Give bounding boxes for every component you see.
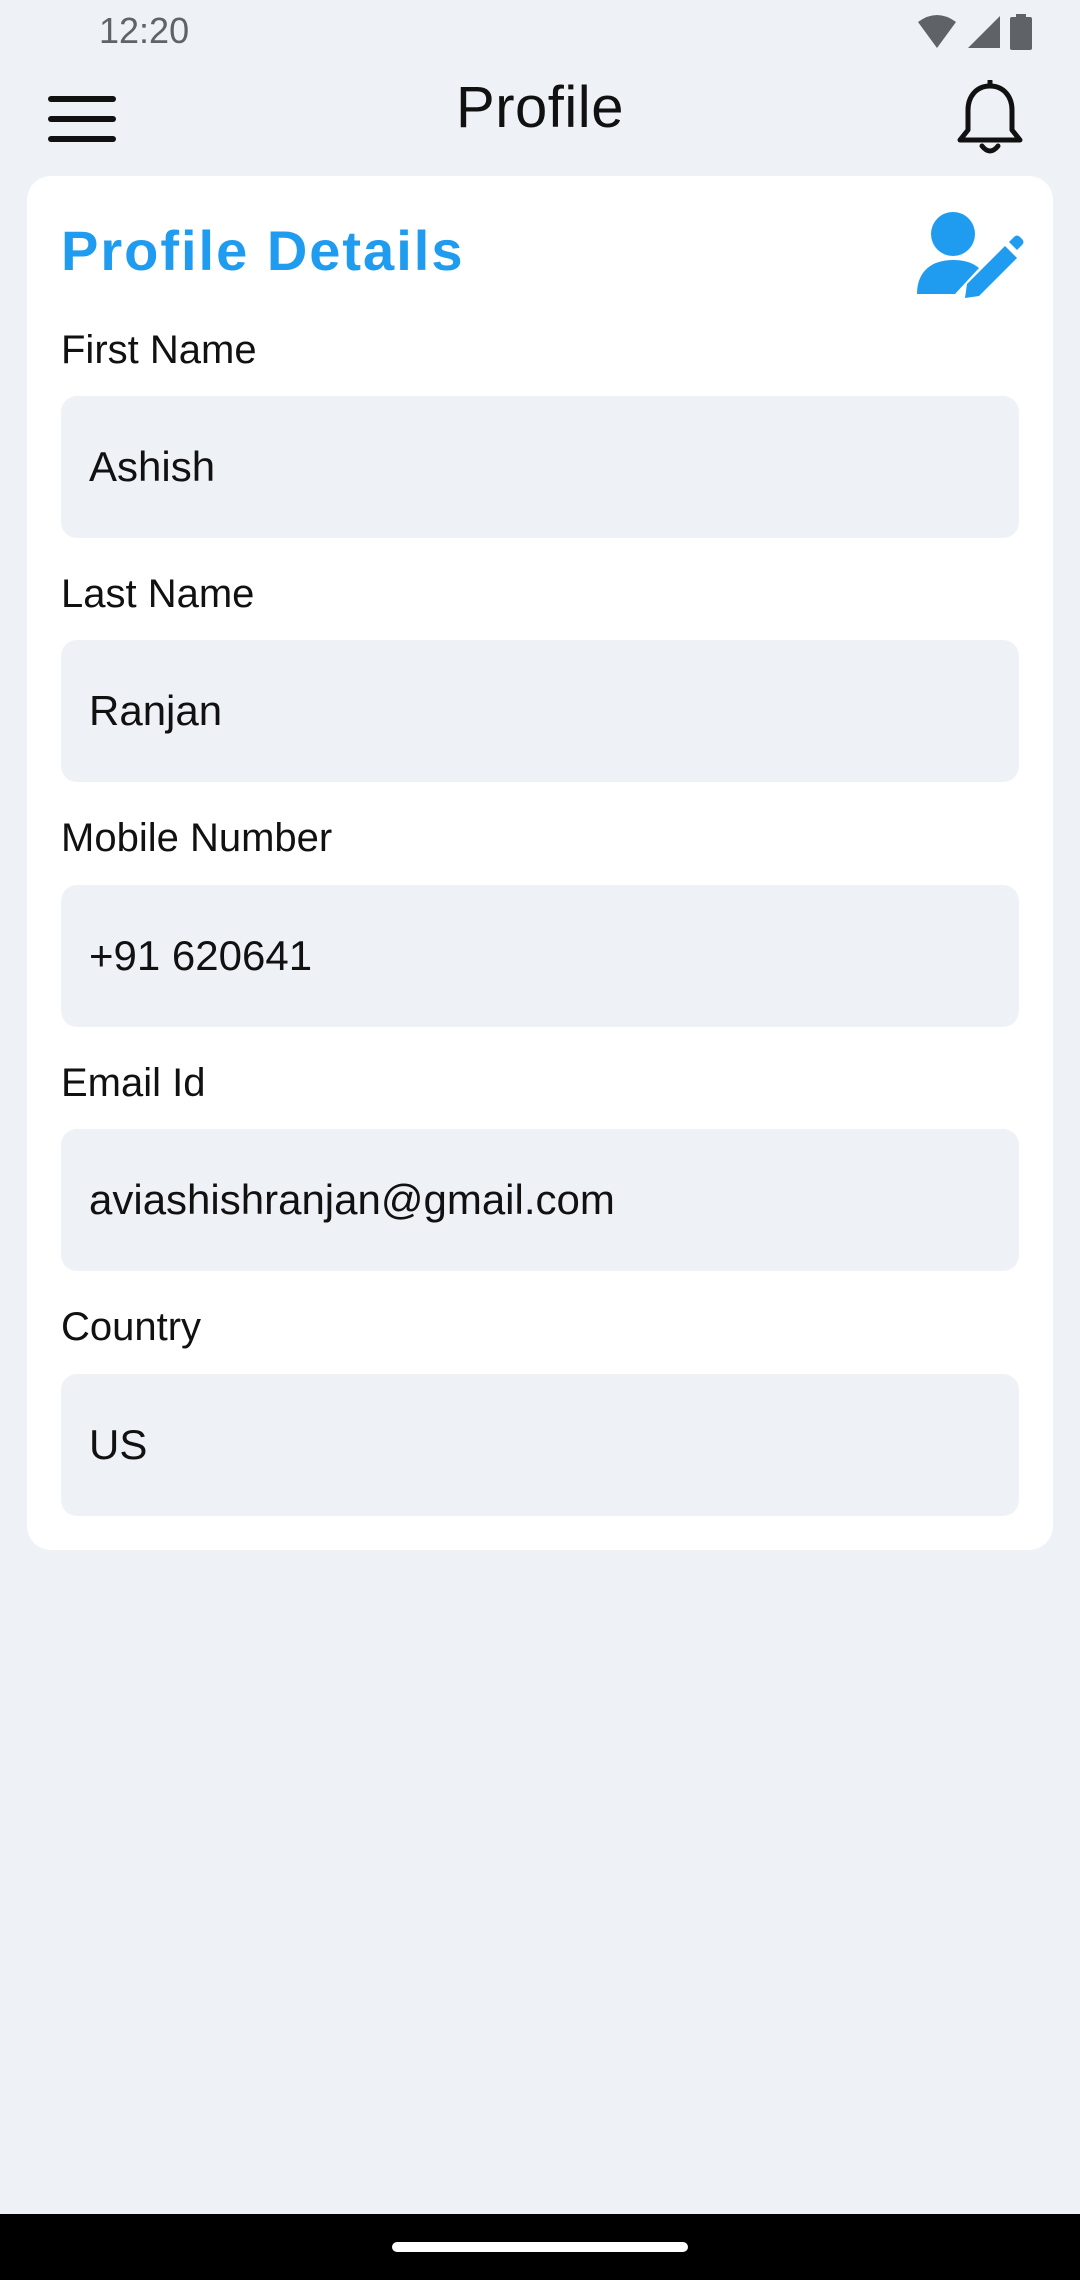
first-name-field[interactable]: Ashish <box>61 396 1019 538</box>
email-field[interactable]: aviashishranjan@gmail.com <box>61 1129 1019 1271</box>
home-gesture-handle[interactable] <box>392 2242 688 2252</box>
system-navigation-bar <box>0 2214 1080 2280</box>
mobile-number-label: Mobile Number <box>61 816 333 860</box>
battery-icon <box>1010 14 1032 50</box>
app-bar: Profile <box>0 62 1080 172</box>
last-name-field[interactable]: Ranjan <box>61 640 1019 782</box>
page-title: Profile <box>456 75 624 140</box>
bell-icon <box>957 80 1023 154</box>
first-name-label: First Name <box>61 328 257 372</box>
notifications-button[interactable] <box>940 70 1040 170</box>
mobile-number-field[interactable]: +91 620641 <box>61 885 1019 1027</box>
last-name-label: Last Name <box>61 572 255 616</box>
status-icons <box>916 14 1032 50</box>
email-label: Email Id <box>61 1061 206 1105</box>
country-label: Country <box>61 1305 202 1349</box>
edit-profile-button[interactable] <box>915 208 1025 308</box>
card-title: Profile Details <box>61 219 465 282</box>
cellular-signal-icon <box>968 16 1000 48</box>
country-field[interactable]: US <box>61 1374 1019 1516</box>
status-bar: 12:20 <box>0 0 1080 62</box>
profile-details-card: Profile Details First Name Ashish Last N… <box>27 176 1053 1550</box>
user-edit-icon <box>917 212 1024 298</box>
status-time: 12:20 <box>99 10 190 51</box>
wifi-icon <box>918 15 956 48</box>
